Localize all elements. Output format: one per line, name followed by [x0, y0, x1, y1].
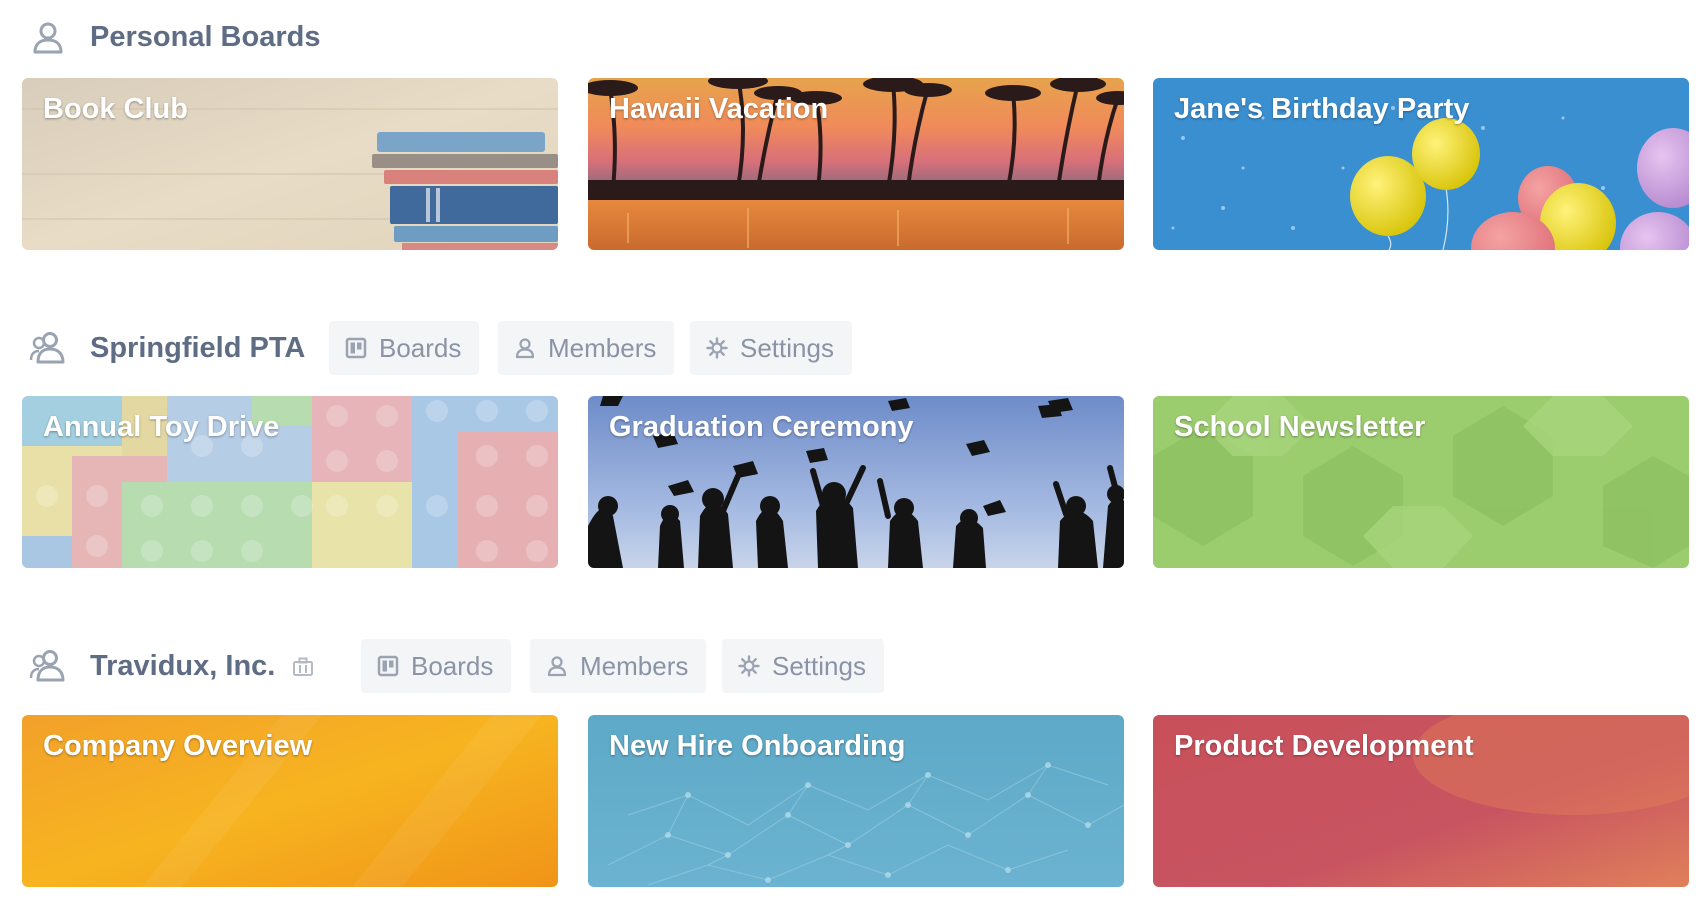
business-briefcase-icon [291, 655, 315, 679]
board-title: School Newsletter [1174, 411, 1426, 443]
tab-members[interactable]: Members [530, 639, 707, 693]
personal-boards-section: Personal Boards Book Club Hawaii Vacatio… [0, 12, 1704, 252]
tab-boards[interactable]: Boards [361, 639, 512, 693]
board-title: Book Club [43, 93, 188, 125]
board-tile-product-development[interactable]: Product Development [1153, 715, 1689, 887]
board-title: Annual Toy Drive [43, 411, 280, 443]
team-icon [28, 327, 68, 367]
springfield-pta-section: Springfield PTA Boards Members Settings [0, 321, 1704, 572]
board-tile-company-overview[interactable]: Company Overview [22, 715, 558, 887]
board-tile-book-club[interactable]: Book Club [22, 78, 558, 250]
board-tile-school-newsletter[interactable]: School Newsletter [1153, 396, 1689, 568]
board-title: Company Overview [43, 730, 313, 762]
tab-label: Boards [379, 332, 462, 363]
tab-label: Settings [772, 650, 866, 681]
section-title: Personal Boards [90, 21, 321, 53]
board-icon [345, 337, 367, 359]
person-icon [28, 17, 68, 57]
tab-boards[interactable]: Boards [329, 321, 480, 375]
gear-icon [706, 337, 728, 359]
board-tile-annual-toy-drive[interactable]: Annual Toy Drive [22, 396, 558, 568]
board-title: Product Development [1174, 730, 1474, 762]
gear-icon [738, 655, 760, 677]
section-title: Travidux, Inc. [90, 650, 276, 682]
team-icon [28, 645, 68, 685]
tab-settings[interactable]: Settings [722, 639, 884, 693]
travidux-section: Travidux, Inc. Boards Members Settings C… [0, 639, 1704, 892]
tab-label: Members [548, 332, 657, 363]
board-tile-graduation-ceremony[interactable]: Graduation Ceremony [588, 396, 1124, 568]
board-tile-new-hire-onboarding[interactable]: New Hire Onboarding [588, 715, 1124, 887]
person-icon [547, 656, 567, 677]
tab-label: Members [580, 650, 689, 681]
tab-members[interactable]: Members [498, 321, 675, 375]
board-tile-hawaii-vacation[interactable]: Hawaii Vacation [588, 78, 1124, 250]
board-title: Graduation Ceremony [609, 411, 914, 443]
board-title: New Hire Onboarding [609, 730, 906, 762]
board-title: Jane's Birthday Party [1174, 93, 1470, 125]
tab-label: Boards [411, 650, 494, 681]
person-icon [515, 338, 535, 359]
tab-settings[interactable]: Settings [690, 321, 852, 375]
section-title: Springfield PTA [90, 332, 306, 364]
tab-label: Settings [740, 332, 834, 363]
board-icon [377, 655, 399, 677]
board-tile-janes-birthday-party[interactable]: Jane's Birthday Party [1153, 78, 1689, 250]
board-title: Hawaii Vacation [609, 93, 829, 125]
